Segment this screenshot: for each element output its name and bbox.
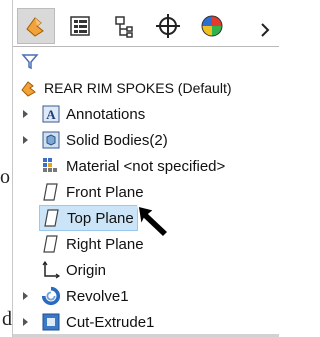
manager-toolbar bbox=[17, 6, 279, 46]
background-text-d: d bbox=[2, 308, 12, 330]
tree-item-top-plane[interactable]: Top Plane bbox=[39, 205, 138, 231]
revolve-icon bbox=[41, 286, 61, 306]
expand-arrow-icon[interactable] bbox=[21, 317, 31, 327]
tree-item-label: Origin bbox=[66, 261, 107, 279]
feature-manager-tab[interactable] bbox=[17, 8, 55, 44]
display-manager-tab[interactable] bbox=[193, 8, 231, 44]
feature-manager-panel: REAR RIM SPOKES (Default) A Annotations bbox=[12, 0, 279, 337]
material-icon bbox=[41, 156, 61, 176]
plane-icon bbox=[42, 208, 62, 228]
configuration-manager-tab[interactable] bbox=[105, 8, 143, 44]
feature-manager-tab-icon bbox=[26, 17, 44, 37]
tree-item-label: Solid Bodies(2) bbox=[66, 131, 168, 149]
expand-arrow-icon[interactable] bbox=[21, 291, 31, 301]
tree-item-label: Material <not specified> bbox=[66, 157, 226, 175]
part-icon bbox=[19, 78, 39, 98]
annotations-icon: A bbox=[41, 104, 61, 124]
display-manager-tab-icon bbox=[201, 15, 223, 37]
tree-item-origin[interactable]: Origin bbox=[41, 258, 106, 282]
tree-item-annotations[interactable]: A Annotations bbox=[21, 102, 145, 126]
svg-text:A: A bbox=[46, 107, 56, 122]
tree-item-front-plane[interactable]: Front Plane bbox=[41, 180, 144, 204]
tree-root[interactable]: REAR RIM SPOKES (Default) bbox=[19, 76, 232, 100]
filter-button[interactable] bbox=[21, 52, 39, 70]
cut-extrude-icon bbox=[41, 312, 61, 332]
solid-bodies-icon bbox=[41, 130, 61, 150]
tree-item-solid-bodies[interactable]: Solid Bodies(2) bbox=[21, 128, 168, 152]
tree-root-label: REAR RIM SPOKES (Default) bbox=[44, 80, 232, 96]
configuration-manager-tab-icon bbox=[115, 16, 133, 38]
tree-item-right-plane[interactable]: Right Plane bbox=[41, 232, 144, 256]
tree-item-label: Cut-Extrude1 bbox=[66, 313, 155, 331]
expand-arrow-icon[interactable] bbox=[21, 135, 31, 145]
tree-item-cut-extrude[interactable]: Cut-Extrude1 bbox=[21, 310, 154, 334]
tree-item-label: Right Plane bbox=[66, 235, 144, 253]
more-tabs-button[interactable] bbox=[256, 16, 274, 44]
plane-icon bbox=[41, 182, 61, 202]
tree-item-revolve[interactable]: Revolve1 bbox=[21, 284, 129, 308]
arrow-cursor-icon bbox=[137, 204, 170, 239]
toolbar-divider bbox=[13, 46, 279, 47]
tree-item-label: Revolve1 bbox=[66, 287, 129, 305]
tree-item-material[interactable]: Material <not specified> bbox=[41, 154, 225, 178]
origin-icon bbox=[41, 260, 61, 280]
expand-arrow-icon[interactable] bbox=[21, 109, 31, 119]
tree-item-label: Front Plane bbox=[66, 183, 144, 201]
plane-icon bbox=[41, 234, 61, 254]
background-text-o: o bbox=[0, 166, 10, 188]
chevron-right-icon bbox=[261, 23, 270, 37]
dimxpert-manager-tab[interactable] bbox=[149, 8, 187, 44]
property-manager-tab-icon bbox=[70, 16, 90, 36]
filter-icon bbox=[21, 54, 39, 70]
dimxpert-manager-tab-icon bbox=[156, 14, 180, 38]
tree-item-label: Annotations bbox=[66, 105, 146, 123]
property-manager-tab[interactable] bbox=[61, 8, 99, 44]
tree-item-label: Top Plane bbox=[67, 209, 134, 227]
